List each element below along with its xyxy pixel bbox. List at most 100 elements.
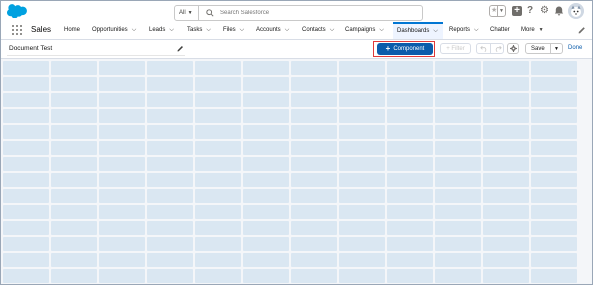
grid-cell xyxy=(291,61,337,75)
chevron-down-icon[interactable]: ⌵ xyxy=(330,27,335,33)
grid-cell xyxy=(3,125,49,139)
grid-cell xyxy=(51,77,97,91)
nav-item-reports[interactable]: Reports ⌵ xyxy=(449,22,479,39)
chevron-down-icon[interactable]: ⌵ xyxy=(240,27,245,33)
redo-icon[interactable] xyxy=(494,45,502,52)
app-launcher-grid-icon[interactable] xyxy=(12,25,23,36)
salesforce-cloud-logo[interactable] xyxy=(7,4,27,18)
chevron-down-icon[interactable]: ⌵ xyxy=(474,27,479,33)
nav-item-dashboards[interactable]: Dashboards ⌵ xyxy=(393,22,443,39)
grid-cell xyxy=(99,269,145,283)
search-input[interactable] xyxy=(220,7,410,18)
nav-item-label: Contacts xyxy=(302,27,326,33)
grid-cell xyxy=(243,269,289,283)
grid-cell xyxy=(243,109,289,123)
grid-cell xyxy=(483,61,529,75)
grid-cell xyxy=(3,253,49,267)
nav-item-opportunities[interactable]: Opportunities ⌵ xyxy=(92,22,136,39)
dashboard-title: Document Test xyxy=(9,45,53,52)
chevron-down-icon[interactable]: ⌵ xyxy=(379,27,384,33)
chevron-down-icon[interactable]: ⌵ xyxy=(169,27,174,33)
nav-item-accounts[interactable]: Accounts ⌵ xyxy=(256,22,289,39)
nav-item-more[interactable]: More ▼ xyxy=(521,22,544,39)
chevron-down-icon[interactable]: ⌵ xyxy=(132,27,137,33)
search-scope-label: All xyxy=(179,10,186,16)
grid-cell xyxy=(435,237,481,251)
grid-cell xyxy=(3,173,49,187)
dashboard-properties-button[interactable] xyxy=(507,43,519,54)
grid-cell xyxy=(51,269,97,283)
grid-cell xyxy=(339,237,385,251)
grid-cell xyxy=(339,141,385,155)
nav-item-files[interactable]: Files ⌵ xyxy=(223,22,244,39)
nav-item-tasks[interactable]: Tasks ⌵ xyxy=(187,22,211,39)
done-button[interactable]: Done xyxy=(568,43,582,54)
nav-item-label: Reports xyxy=(449,27,471,33)
grid-cell xyxy=(51,157,97,171)
nav-item-chatter[interactable]: Chatter xyxy=(490,22,510,39)
grid-cell xyxy=(3,77,49,91)
dashboard-editor-window: All▼ ★ ▼ + ? ⚙ xyxy=(0,0,593,285)
avatar[interactable] xyxy=(568,3,584,19)
setup-gear-icon[interactable]: ⚙ xyxy=(540,6,550,16)
grid-cell xyxy=(339,269,385,283)
edit-nav-pencil-icon[interactable] xyxy=(578,26,586,34)
chevron-down-icon: ▼ xyxy=(187,10,193,16)
add-component-button[interactable]: + Component xyxy=(377,43,433,55)
grid-cell xyxy=(147,93,193,107)
save-options-dropdown-icon[interactable]: ▼ xyxy=(550,44,562,53)
nav-item-home[interactable]: Home xyxy=(64,22,80,39)
search-scope-dropdown[interactable]: All ▼ xyxy=(175,6,199,20)
undo-redo-group xyxy=(476,43,504,54)
grid-cell xyxy=(51,109,97,123)
grid-cell xyxy=(99,157,145,171)
grid-cell xyxy=(483,221,529,235)
chevron-down-icon[interactable]: ⌵ xyxy=(206,27,211,33)
dashboard-canvas[interactable] xyxy=(1,59,592,284)
grid-cell xyxy=(291,141,337,155)
chevron-down-icon[interactable]: ▼ xyxy=(539,27,544,33)
grid-cell xyxy=(435,221,481,235)
undo-icon[interactable] xyxy=(480,45,488,52)
user-avatar-icon xyxy=(568,3,584,19)
nav-item-leads[interactable]: Leads ⌵ xyxy=(149,22,174,39)
grid-cell xyxy=(291,253,337,267)
nav-item-label: More xyxy=(521,27,535,33)
grid-cell xyxy=(435,77,481,91)
help-icon[interactable]: ? xyxy=(527,6,537,16)
grid-cell xyxy=(435,205,481,219)
nav-item-contacts[interactable]: Contacts ⌵ xyxy=(302,22,334,39)
grid-cell xyxy=(243,221,289,235)
grid-cell xyxy=(483,93,529,107)
grid-cell xyxy=(339,125,385,139)
chevron-down-icon[interactable]: ⌵ xyxy=(285,27,290,33)
grid-cell xyxy=(51,173,97,187)
add-icon[interactable]: + xyxy=(512,6,522,16)
grid-cell xyxy=(291,93,337,107)
favorites-button[interactable]: ★ ▼ xyxy=(489,5,506,17)
grid-cell xyxy=(531,125,577,139)
grid-cell xyxy=(147,141,193,155)
dashboard-title-field[interactable]: Document Test xyxy=(7,44,185,56)
grid-cell xyxy=(51,125,97,139)
grid-cell xyxy=(435,269,481,283)
nav-item-label: Dashboards xyxy=(397,28,430,34)
global-header: All▼ ★ ▼ + ? ⚙ xyxy=(1,1,592,22)
bell-icon[interactable] xyxy=(554,6,564,16)
chevron-down-icon[interactable]: ▼ xyxy=(497,6,505,16)
save-button[interactable]: Save ▼ xyxy=(525,43,563,54)
dashboard-grid xyxy=(3,61,577,283)
grid-cell xyxy=(387,93,433,107)
grid-cell xyxy=(435,173,481,187)
add-filter-label: + Filter xyxy=(446,46,465,52)
grid-cell xyxy=(51,141,97,155)
grid-cell xyxy=(3,221,49,235)
grid-cell xyxy=(51,253,97,267)
edit-title-pencil-icon[interactable] xyxy=(177,45,184,52)
save-label: Save xyxy=(531,46,545,52)
nav-item-label: Leads xyxy=(149,27,166,33)
nav-item-campaigns[interactable]: Campaigns ⌵ xyxy=(345,22,384,39)
chevron-down-icon[interactable]: ⌵ xyxy=(433,28,438,34)
global-search: All ▼ xyxy=(174,5,423,21)
nav-item-label: Accounts xyxy=(256,27,281,33)
